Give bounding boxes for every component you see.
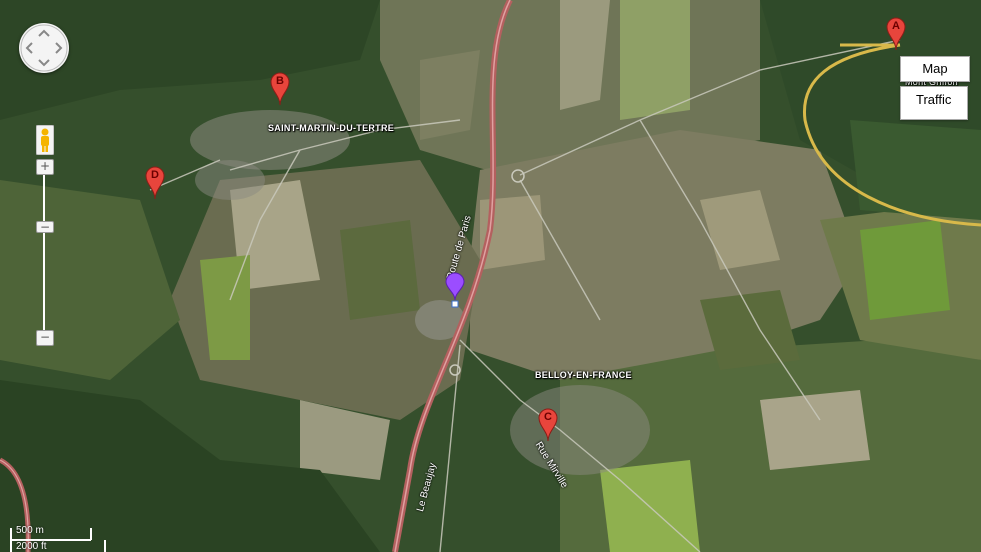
zoom-slider-handle[interactable]: − xyxy=(36,221,54,233)
traffic-toggle-button[interactable]: Traffic xyxy=(900,86,968,120)
map-type-button[interactable]: Map xyxy=(900,56,970,82)
zoom-slider-track[interactable] xyxy=(43,175,45,340)
marker-label: A xyxy=(892,20,900,32)
map-marker-b[interactable]: B xyxy=(270,72,290,106)
street-view-pegman-icon[interactable] xyxy=(35,124,55,156)
scale-bar: 500 m 2000 ft xyxy=(10,525,110,552)
map-marker-a[interactable]: A xyxy=(886,17,906,51)
satellite-map[interactable] xyxy=(0,0,981,552)
scale-imperial-label: 2000 ft xyxy=(16,541,47,552)
pan-arrows-icon xyxy=(20,24,68,72)
zoom-out-button[interactable]: − xyxy=(36,330,54,346)
marker-label: C xyxy=(544,411,552,423)
place-label-belloy-en-france: BELLOY-EN-FRANCE xyxy=(535,370,632,380)
scale-metric-label: 500 m xyxy=(16,525,44,536)
current-location-marker[interactable] xyxy=(445,272,465,308)
marker-label: B xyxy=(276,75,284,87)
map-marker-c[interactable]: C xyxy=(538,408,558,442)
pan-control[interactable] xyxy=(19,23,69,73)
location-pin-icon xyxy=(445,272,465,308)
zoom-in-button[interactable]: + xyxy=(36,159,54,175)
marker-label: D xyxy=(151,169,159,181)
place-label-saint-martin-du-tertre: SAINT-MARTIN-DU-TERTRE xyxy=(268,123,395,133)
map-marker-d[interactable]: D xyxy=(145,166,165,200)
